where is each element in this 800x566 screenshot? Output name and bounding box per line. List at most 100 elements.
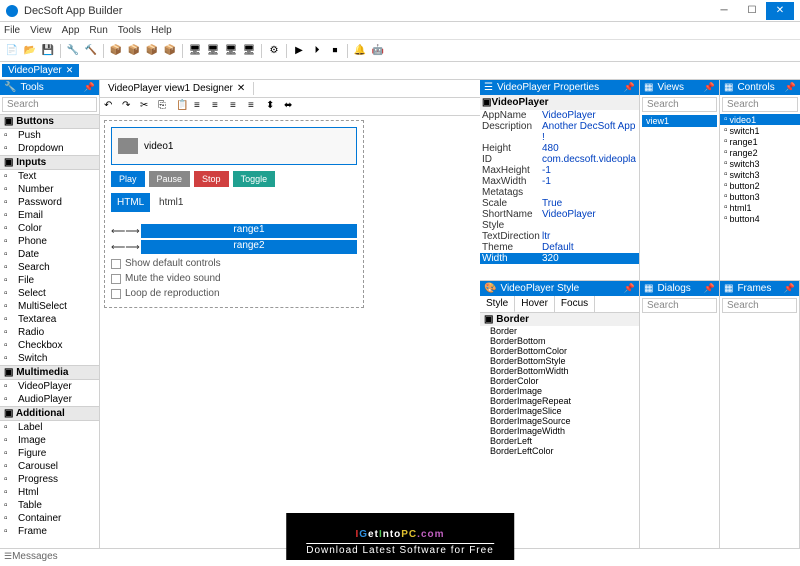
align-icon[interactable]: ≡ [212, 100, 226, 114]
tool-item[interactable]: ▫Dropdown [0, 142, 99, 155]
property-row[interactable]: ScaleTrue [480, 198, 639, 209]
style-property[interactable]: BorderImageRepeat [480, 396, 639, 406]
views-search-input[interactable]: Search [642, 97, 717, 112]
tool-item[interactable]: ▫Frame [0, 525, 99, 538]
copy-icon[interactable]: ⎘ [158, 100, 172, 114]
designer-tab[interactable]: VideoPlayer view1 Designer ✕ [100, 82, 254, 95]
pin-icon[interactable]: 📌 [624, 82, 635, 93]
property-row[interactable]: Style [480, 220, 639, 231]
style-property[interactable]: BorderLeftColor [480, 446, 639, 456]
gear-icon[interactable]: ⚙ [266, 43, 282, 59]
pause-button[interactable]: Pause [149, 171, 191, 187]
pin-icon[interactable]: 📌 [704, 82, 715, 93]
dialogs-search-input[interactable]: Search [642, 298, 717, 313]
tool-icon[interactable]: 📦 [162, 43, 178, 59]
debug-icon[interactable]: ⏵ [309, 43, 325, 59]
video-widget[interactable]: video1 [111, 127, 357, 165]
view-item[interactable]: view1 [642, 115, 717, 127]
controls-search-input[interactable]: Search [722, 97, 798, 112]
tool-item[interactable]: ▫VideoPlayer [0, 380, 99, 393]
close-button[interactable]: ✕ [766, 2, 794, 20]
tool-icon[interactable]: 🖥 [205, 43, 221, 59]
tool-item[interactable]: ▫MultiSelect [0, 300, 99, 313]
menu-run[interactable]: Run [89, 25, 107, 36]
tool-item[interactable]: ▫Progress [0, 473, 99, 486]
menu-help[interactable]: Help [151, 25, 172, 36]
style-tab-focus[interactable]: Focus [555, 296, 595, 312]
size-icon[interactable]: ⬌ [284, 100, 298, 114]
stop-icon[interactable]: ⏹ [327, 43, 343, 59]
build-icon[interactable]: 🔔 [352, 43, 368, 59]
style-tab-style[interactable]: Style [480, 296, 515, 312]
control-item[interactable]: ▫range2 [720, 147, 800, 158]
run-icon[interactable]: ▶ [291, 43, 307, 59]
tool-item[interactable]: ▫Email [0, 209, 99, 222]
tool-item[interactable]: ▫Figure [0, 447, 99, 460]
property-row[interactable]: ThemeDefault [480, 242, 639, 253]
style-category[interactable]: ▣ Border [480, 313, 639, 326]
tool-icon[interactable]: 📦 [108, 43, 124, 59]
menu-file[interactable]: File [4, 25, 20, 36]
tool-item[interactable]: ▫Textarea [0, 313, 99, 326]
tool-category[interactable]: ▣ Inputs [0, 155, 99, 170]
maximize-button[interactable]: ☐ [738, 2, 766, 20]
control-item[interactable]: ▫button4 [720, 213, 800, 224]
property-row[interactable]: Metatags [480, 187, 639, 198]
control-item[interactable]: ▫switch3 [720, 169, 800, 180]
pin-icon[interactable]: 📌 [84, 82, 95, 93]
tool-item[interactable]: ▫Password [0, 196, 99, 209]
style-property[interactable]: Border [480, 326, 639, 336]
checkbox-row[interactable]: Show default controls [111, 256, 357, 271]
checkbox-row[interactable]: Loop de reproduction [111, 286, 357, 301]
tool-icon[interactable]: 🖥 [187, 43, 203, 59]
design-canvas[interactable]: video1 Play Pause Stop Toggle HTML html1… [100, 116, 480, 548]
tools-search-input[interactable]: Search [2, 97, 97, 112]
range-widget[interactable]: ⟵⟶ range1 [111, 224, 357, 238]
align-icon[interactable]: ≡ [194, 100, 208, 114]
redo-icon[interactable]: ↷ [122, 100, 136, 114]
menu-view[interactable]: View [30, 25, 52, 36]
save-icon[interactable]: 💾 [40, 43, 56, 59]
pin-icon[interactable]: 📌 [624, 283, 635, 294]
tool-item[interactable]: ▫Date [0, 248, 99, 261]
tool-item[interactable]: ▫Label [0, 421, 99, 434]
tool-item[interactable]: ▫Image [0, 434, 99, 447]
tool-item[interactable]: ▫Text [0, 170, 99, 183]
paste-icon[interactable]: 📋 [176, 100, 190, 114]
design-surface[interactable]: video1 Play Pause Stop Toggle HTML html1… [104, 120, 364, 308]
messages-bar[interactable]: ☰ Messages [0, 548, 800, 564]
toggle-button[interactable]: Toggle [233, 171, 276, 187]
tool-icon[interactable]: 📦 [126, 43, 142, 59]
html-widget-badge[interactable]: HTML [111, 193, 150, 212]
property-row[interactable]: Height480 [480, 143, 639, 154]
control-item[interactable]: ▫button3 [720, 191, 800, 202]
control-item[interactable]: ▫switch1 [720, 125, 800, 136]
tool-item[interactable]: ▫Container [0, 512, 99, 525]
frames-search-input[interactable]: Search [722, 298, 797, 313]
tool-icon[interactable]: 🖥 [223, 43, 239, 59]
pin-icon[interactable]: 📌 [785, 82, 796, 93]
tool-item[interactable]: ▫Push [0, 129, 99, 142]
tool-item[interactable]: ▫Phone [0, 235, 99, 248]
align-icon[interactable]: ≡ [248, 100, 262, 114]
control-item[interactable]: ▫button2 [720, 180, 800, 191]
property-row[interactable]: MaxHeight-1 [480, 165, 639, 176]
property-row[interactable]: AppNameVideoPlayer [480, 110, 639, 121]
style-property[interactable]: BorderBottomColor [480, 346, 639, 356]
minimize-button[interactable]: ─ [710, 2, 738, 20]
pin-icon[interactable]: 📌 [784, 283, 795, 294]
tool-category[interactable]: ▣ Buttons [0, 114, 99, 129]
property-row[interactable]: ShortNameVideoPlayer [480, 209, 639, 220]
property-row[interactable]: TextDirectionltr [480, 231, 639, 242]
stop-button[interactable]: Stop [194, 171, 229, 187]
range-widget[interactable]: ⟵⟶ range2 [111, 240, 357, 254]
pin-icon[interactable]: 📌 [704, 283, 715, 294]
property-row[interactable]: DescriptionAnother DecSoft App ! [480, 121, 639, 143]
property-row[interactable]: MaxWidth-1 [480, 176, 639, 187]
tool-item[interactable]: ▫Color [0, 222, 99, 235]
style-property[interactable]: BorderImageWidth [480, 426, 639, 436]
style-tab-hover[interactable]: Hover [515, 296, 555, 312]
cut-icon[interactable]: ✂ [140, 100, 154, 114]
tool-category[interactable]: ▣ Additional [0, 406, 99, 421]
file-tab-videoplayer[interactable]: VideoPlayer ✕ [2, 64, 79, 77]
